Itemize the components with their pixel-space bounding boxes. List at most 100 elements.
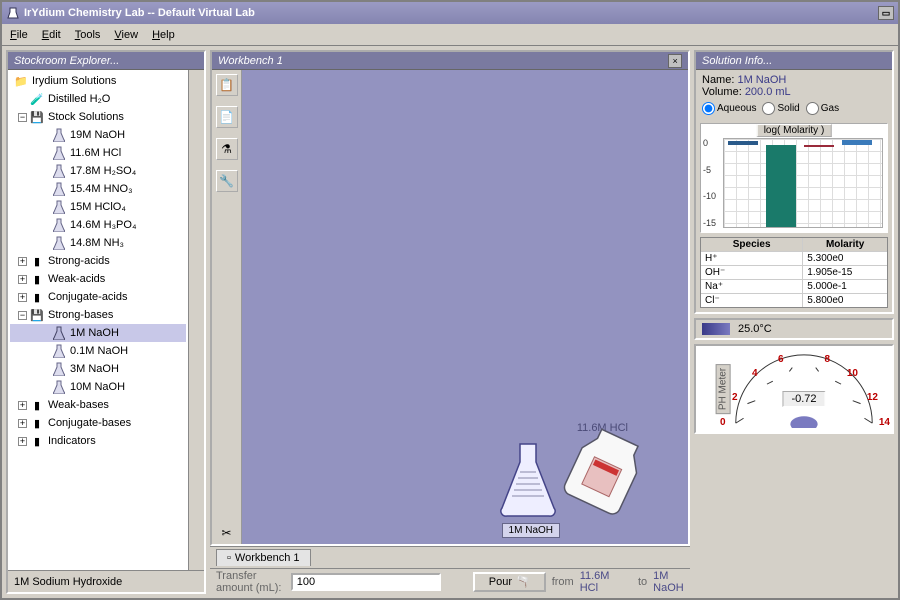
table-row[interactable]: Cl⁻5.800e0: [701, 294, 887, 307]
scrollbar[interactable]: [188, 70, 204, 570]
species-table: SpeciesMolarity H⁺5.300e0 OH⁻1.905e-15 N…: [700, 237, 888, 308]
chart-bar: [842, 140, 872, 144]
transfer-amount-input[interactable]: [291, 573, 441, 591]
app-icon: [6, 6, 20, 20]
phase-gas[interactable]: Gas: [806, 102, 839, 115]
tool-copy-icon[interactable]: 📋: [216, 74, 238, 96]
transfer-label: Transfer amount (mL):: [216, 570, 285, 594]
reagent-bottle[interactable]: [548, 424, 658, 524]
expand-icon[interactable]: +: [18, 257, 27, 266]
to-label: to: [638, 576, 647, 588]
table-row[interactable]: H⁺5.300e0: [701, 252, 887, 266]
chart-mode-button[interactable]: log( Molarity ): [757, 124, 832, 137]
tree-item-selected[interactable]: 1M NaOH: [10, 324, 186, 342]
menu-help[interactable]: Help: [152, 29, 175, 41]
tree-strong-bases[interactable]: −💾Strong-bases: [10, 306, 186, 324]
expand-icon[interactable]: +: [18, 419, 27, 428]
tree-item[interactable]: 15M HClO₄: [10, 198, 186, 216]
workbench-tab[interactable]: ▫ Workbench 1: [216, 549, 311, 566]
flask-icon: [52, 218, 66, 232]
tree-weak-bases[interactable]: +▮Weak-bases: [10, 396, 186, 414]
flask-icon: [52, 182, 66, 196]
flask-icon: [52, 326, 66, 340]
chart-bar: [804, 145, 834, 147]
flask-icon: [52, 236, 66, 250]
menubar: File Edit Tools View Help: [2, 24, 898, 46]
menu-file[interactable]: File: [10, 29, 28, 41]
phase-aqueous[interactable]: Aqueous: [702, 102, 756, 115]
folder-icon: ▮: [30, 434, 44, 448]
tree-conj-bases[interactable]: +▮Conjugate-bases: [10, 414, 186, 432]
collapse-icon[interactable]: −: [18, 311, 27, 320]
expand-icon[interactable]: +: [18, 437, 27, 446]
tool-discard-icon[interactable]: ✂: [216, 522, 238, 544]
flask-icon: [52, 200, 66, 214]
solution-name: 1M NaOH: [737, 74, 786, 86]
tree-distilled[interactable]: 🧪 Distilled H₂O: [10, 90, 186, 108]
folder-icon: ▮: [30, 290, 44, 304]
to-value: 1M NaOH: [653, 570, 684, 594]
folder-icon: ▮: [30, 416, 44, 430]
disk-icon: 💾: [30, 110, 44, 124]
collapse-icon[interactable]: −: [18, 113, 27, 122]
table-row[interactable]: OH⁻1.905e-15: [701, 266, 887, 280]
table-row[interactable]: Na⁺5.000e-1: [701, 280, 887, 294]
tree-strong-acids[interactable]: +▮Strong-acids: [10, 252, 186, 270]
workbench-toolbar: 📋 📄 ⚗ 🔧 ✂: [212, 70, 242, 544]
tree-item[interactable]: 14.8M NH₃: [10, 234, 186, 252]
tree-item[interactable]: 11.6M HCl: [10, 144, 186, 162]
flask-icon: [52, 164, 66, 178]
pour-icon: 🫗: [516, 575, 530, 588]
tree-item[interactable]: 15.4M HNO₃: [10, 180, 186, 198]
menu-view[interactable]: View: [114, 29, 138, 41]
from-value: 11.6M HCl: [580, 570, 612, 594]
expand-icon[interactable]: +: [18, 293, 27, 302]
tree-conj-acids[interactable]: +▮Conjugate-acids: [10, 288, 186, 306]
stockroom-status: 1M Sodium Hydroxide: [8, 570, 204, 592]
tool-glassware-icon[interactable]: ⚗: [216, 138, 238, 160]
tree-stock-solutions[interactable]: − 💾 Stock Solutions: [10, 108, 186, 126]
tool-settings-icon[interactable]: 🔧: [216, 170, 238, 192]
tree-weak-acids[interactable]: +▮Weak-acids: [10, 270, 186, 288]
chart-yticks: 0-5-10-15: [703, 138, 721, 228]
phase-solid[interactable]: Solid: [762, 102, 799, 115]
expand-icon[interactable]: +: [18, 275, 27, 284]
tree-item[interactable]: 10M NaOH: [10, 378, 186, 396]
stockroom-tree[interactable]: 📁 Irydium Solutions 🧪 Distilled H₂O − 💾 …: [8, 70, 188, 570]
temperature-panel: 25.0°C: [694, 318, 894, 340]
erlenmeyer-flask[interactable]: [498, 440, 558, 520]
close-icon[interactable]: ×: [668, 54, 682, 68]
ph-value: -0.72: [782, 391, 825, 407]
tree-item[interactable]: 14.6M H₃PO₄: [10, 216, 186, 234]
folder-icon: 📁: [14, 74, 28, 88]
chart-bar: [766, 145, 796, 228]
tree-item[interactable]: 17.8M H₂SO₄: [10, 162, 186, 180]
tree-item[interactable]: 3M NaOH: [10, 360, 186, 378]
tree-indicators[interactable]: +▮Indicators: [10, 432, 186, 450]
molarity-header: Molarity: [803, 238, 887, 251]
flask-icon: [52, 362, 66, 376]
tree-item[interactable]: 0.1M NaOH: [10, 342, 186, 360]
pour-button[interactable]: Pour 🫗: [473, 572, 546, 592]
folder-icon: ▮: [30, 398, 44, 412]
expand-icon[interactable]: +: [18, 401, 27, 410]
menu-edit[interactable]: Edit: [42, 29, 61, 41]
flask-icon: [52, 146, 66, 160]
tree-item[interactable]: 19M NaOH: [10, 126, 186, 144]
tool-paste-icon[interactable]: 📄: [216, 106, 238, 128]
stockroom-panel: Stockroom Explorer... 📁 Irydium Solution…: [6, 50, 206, 594]
solution-info-panel: Solution Info... Name: 1M NaOH Volume: 2…: [694, 50, 894, 314]
name-label: Name:: [702, 74, 734, 86]
solution-volume: 200.0 mL: [745, 86, 791, 98]
window-title: IrYdium Chemistry Lab -- Default Virtual…: [24, 7, 255, 19]
bottle-icon: 🧪: [30, 92, 44, 106]
ph-meter-panel: PH Meter 0 2 4 6: [694, 344, 894, 434]
folder-icon: ▮: [30, 272, 44, 286]
menu-tools[interactable]: Tools: [75, 29, 101, 41]
workbench-canvas[interactable]: 11.6M HCl: [242, 70, 688, 544]
disk-icon: 💾: [30, 308, 44, 322]
titlebar: IrYdium Chemistry Lab -- Default Virtual…: [2, 2, 898, 24]
maximize-icon[interactable]: ▭: [878, 6, 894, 20]
molarity-chart: log( Molarity ) 0-5-10-15: [700, 123, 888, 233]
tree-root[interactable]: 📁 Irydium Solutions: [10, 72, 186, 90]
